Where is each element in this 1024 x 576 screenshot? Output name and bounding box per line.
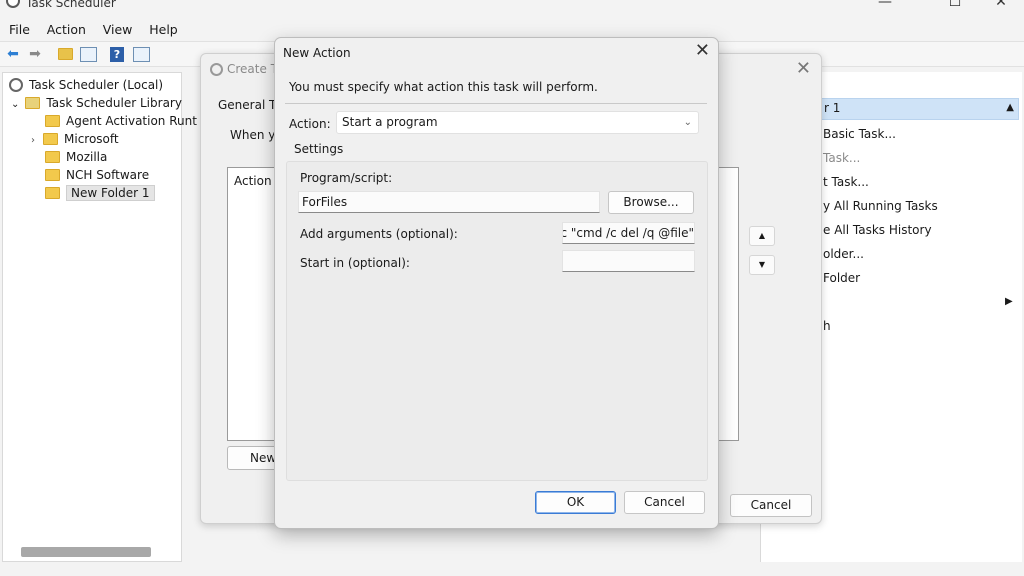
back-arrow-icon[interactable]: ⬅: [4, 46, 22, 63]
instruction-text: You must specify what action this task w…: [289, 80, 598, 94]
horizontal-scrollbar[interactable]: [21, 547, 151, 557]
menu-help[interactable]: Help: [149, 20, 178, 40]
folder-icon: [45, 169, 60, 181]
title-bar: Task Scheduler — ☐ ✕: [0, 0, 1024, 14]
create-task-cancel-button[interactable]: Cancel: [730, 494, 812, 517]
menu-view[interactable]: View: [103, 20, 133, 40]
close-icon[interactable]: ✕: [796, 58, 811, 79]
action-display-running-tasks[interactable]: y All Running Tasks: [823, 198, 938, 214]
minimize-button[interactable]: —: [862, 0, 908, 14]
folder-up-icon[interactable]: [56, 46, 74, 63]
ok-button[interactable]: OK: [535, 491, 616, 514]
folder-icon: [45, 115, 60, 127]
tab-general[interactable]: General: [218, 98, 265, 112]
close-window-button[interactable]: ✕: [978, 0, 1024, 14]
add-arguments-input[interactable]: 30 /c "cmd /c del /q @file": [562, 222, 695, 244]
submenu-arrow-icon[interactable]: ▶: [1005, 294, 1013, 310]
navigation-tree: Task Scheduler (Local) ⌄ Task Scheduler L…: [2, 72, 197, 562]
action-select[interactable]: Start a program ⌄: [336, 111, 699, 134]
action-create-basic-task[interactable]: Basic Task...: [823, 126, 896, 142]
help-icon[interactable]: ?: [110, 47, 124, 62]
chevron-down-icon: ⌄: [683, 117, 692, 128]
menu-action[interactable]: Action: [47, 20, 86, 40]
new-action-dialog: New Action ✕ You must specify what actio…: [274, 37, 719, 529]
clock-icon: [9, 78, 23, 92]
list-column-action: Action: [234, 174, 272, 188]
library-folder-icon: [25, 97, 41, 109]
action-create-task[interactable]: Task...: [823, 150, 860, 166]
chevron-down-icon[interactable]: ⌄: [11, 99, 19, 110]
move-up-button[interactable]: ▲: [749, 226, 775, 246]
tree-item-nch-software[interactable]: NCH Software: [45, 166, 149, 184]
action-enable-history[interactable]: e All Tasks History: [823, 222, 932, 238]
menu-file[interactable]: File: [9, 20, 30, 40]
show-pane-icon[interactable]: [80, 47, 97, 62]
collapse-up-icon[interactable]: ▲: [1006, 102, 1014, 113]
action-new-folder[interactable]: older...: [823, 246, 864, 262]
tree-item-microsoft[interactable]: › Microsoft: [31, 130, 119, 148]
cancel-button[interactable]: Cancel: [624, 491, 705, 514]
tree-item-agent-activation[interactable]: Agent Activation Runt: [45, 112, 197, 130]
program-script-label: Program/script:: [300, 171, 393, 185]
action-refresh[interactable]: h: [823, 318, 831, 334]
window-title: Task Scheduler: [26, 0, 116, 10]
action-import-task[interactable]: t Task...: [823, 174, 869, 190]
clock-icon: [210, 63, 223, 76]
tree-item-library[interactable]: ⌄ Task Scheduler Library: [11, 94, 182, 112]
dialog-title: New Action: [283, 46, 351, 60]
folder-icon: [43, 133, 58, 145]
settings-label: Settings: [294, 142, 344, 156]
divider: [285, 103, 707, 104]
action-delete-folder[interactable]: Folder: [823, 270, 860, 286]
action-label: Action:: [289, 117, 331, 131]
task-scheduler-app-icon: [6, 0, 20, 8]
forward-arrow-icon[interactable]: ➡: [26, 46, 44, 63]
tree-item-mozilla[interactable]: Mozilla: [45, 148, 107, 166]
tree-item-root[interactable]: Task Scheduler (Local): [9, 76, 163, 94]
move-down-button[interactable]: ▼: [749, 255, 775, 275]
maximize-button[interactable]: ☐: [932, 0, 978, 14]
start-in-input[interactable]: [562, 250, 695, 272]
start-in-label: Start in (optional):: [300, 256, 410, 270]
program-script-input[interactable]: ForFiles: [298, 191, 600, 213]
chevron-right-icon[interactable]: ›: [31, 135, 35, 146]
add-arguments-label: Add arguments (optional):: [300, 227, 458, 241]
folder-icon: [45, 187, 60, 199]
close-icon[interactable]: ✕: [695, 40, 710, 61]
tree-item-new-folder-1[interactable]: New Folder 1: [45, 184, 155, 202]
action-pane-icon[interactable]: [133, 47, 150, 62]
browse-button[interactable]: Browse...: [608, 191, 694, 214]
folder-icon: [45, 151, 60, 163]
